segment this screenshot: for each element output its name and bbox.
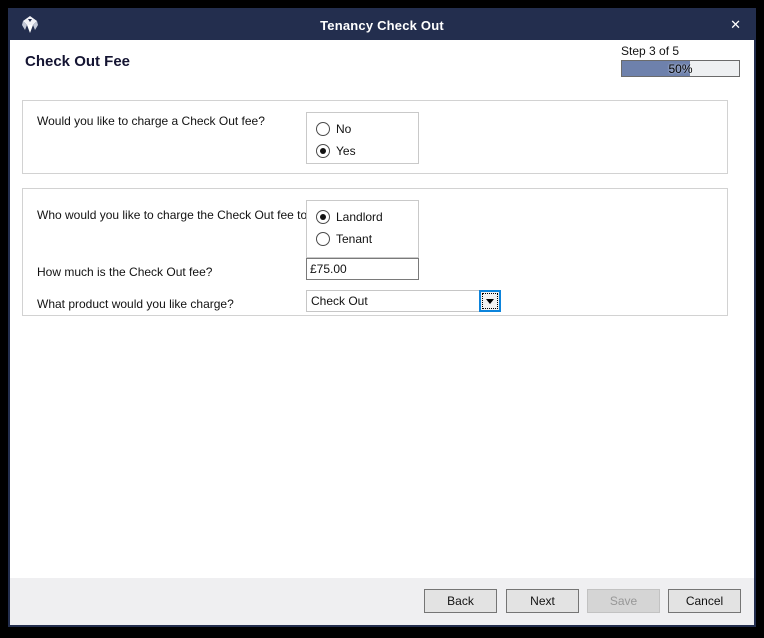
radio-option-yes[interactable]: Yes	[316, 140, 418, 162]
progress-percentage: 50%	[622, 62, 739, 76]
fee-amount-input[interactable]	[306, 258, 419, 280]
product-combobox[interactable]: Check Out	[306, 290, 501, 312]
radio-option-tenant[interactable]: Tenant	[316, 228, 418, 250]
charge-question-label: Would you like to charge a Check Out fee…	[37, 114, 265, 128]
close-icon[interactable]: ✕	[730, 10, 741, 40]
charge-radio-group: No Yes	[306, 112, 419, 164]
charge-to-radio-group: Landlord Tenant	[306, 200, 419, 258]
app-logo-icon	[20, 15, 40, 35]
combobox-selected-value: Check Out	[311, 294, 368, 308]
cancel-button[interactable]: Cancel	[668, 589, 741, 613]
fee-amount-label: How much is the Check Out fee?	[37, 265, 212, 279]
section-charge-details: Who would you like to charge the Check O…	[22, 188, 728, 316]
progress-bar: 50%	[621, 60, 740, 77]
focus-ring	[482, 293, 498, 309]
radio-icon	[316, 232, 330, 246]
next-button[interactable]: Next	[506, 589, 579, 613]
dialog-content: Check Out Fee Step 3 of 5 50% Would you …	[10, 40, 754, 625]
section-charge-question: Would you like to charge a Check Out fee…	[22, 100, 728, 174]
step-indicator-label: Step 3 of 5	[621, 44, 679, 58]
footer-bar: Back Next Save Cancel	[10, 578, 754, 625]
dialog-window: Tenancy Check Out ✕ Check Out Fee Step 3…	[8, 8, 756, 627]
window-title: Tenancy Check Out	[320, 18, 444, 33]
radio-option-landlord[interactable]: Landlord	[316, 206, 418, 228]
back-button[interactable]: Back	[424, 589, 497, 613]
radio-option-no[interactable]: No	[316, 118, 418, 140]
product-label: What product would you like charge?	[37, 297, 234, 311]
charge-to-question-label: Who would you like to charge the Check O…	[37, 208, 314, 222]
combobox-dropdown-button[interactable]	[479, 290, 501, 312]
title-bar: Tenancy Check Out ✕	[10, 10, 754, 40]
radio-icon	[316, 144, 330, 158]
page-title: Check Out Fee	[25, 53, 130, 70]
chevron-down-icon	[486, 299, 494, 304]
save-button[interactable]: Save	[587, 589, 660, 613]
radio-icon	[316, 122, 330, 136]
radio-icon	[316, 210, 330, 224]
desktop-background: Tenancy Check Out ✕ Check Out Fee Step 3…	[0, 0, 764, 638]
